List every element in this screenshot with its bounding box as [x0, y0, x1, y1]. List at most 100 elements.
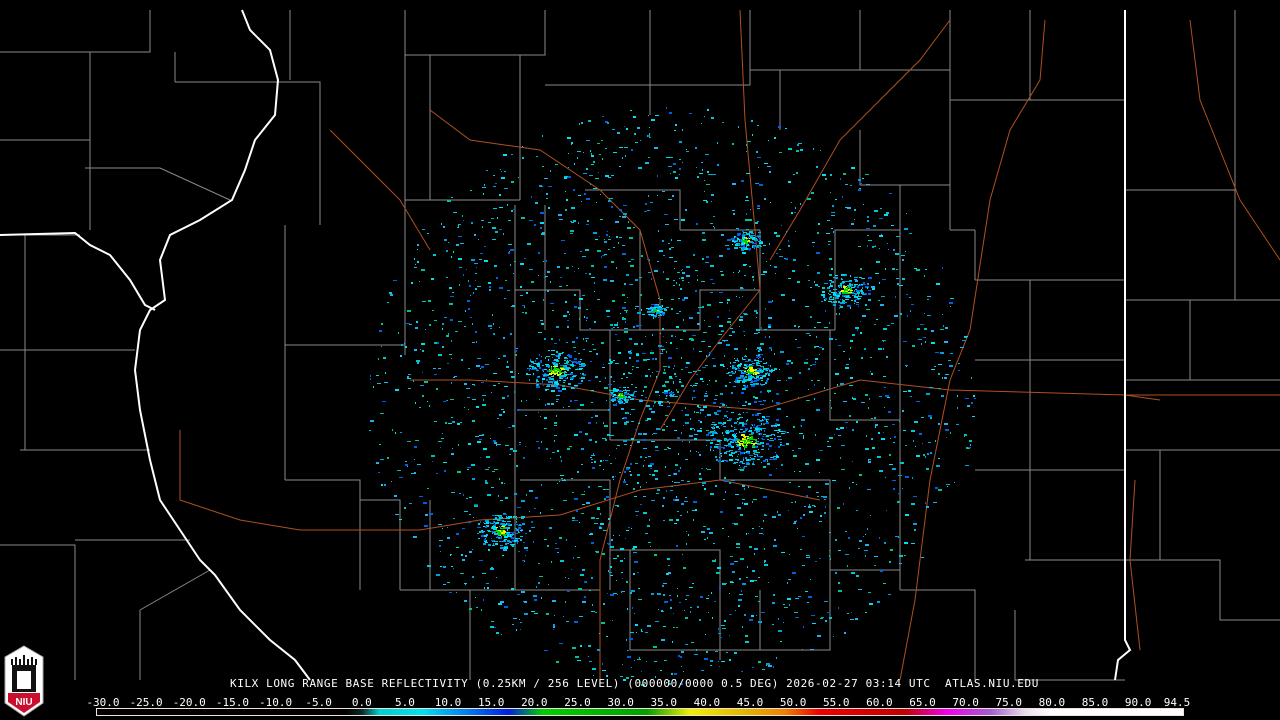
echo-pixel	[909, 297, 911, 298]
echo-pixel	[387, 457, 389, 459]
echo-pixel	[611, 400, 612, 401]
echo-pixel	[897, 283, 899, 285]
echo-pixel	[958, 363, 960, 364]
echo-pixel	[726, 652, 728, 653]
echo-pixel	[832, 299, 834, 300]
echo-pixel	[531, 611, 535, 612]
echo-pixel	[896, 269, 898, 270]
echo-pixel	[761, 528, 763, 529]
echo-pixel	[871, 286, 875, 288]
echo-pixel	[763, 363, 767, 364]
echo-pixel	[766, 443, 769, 445]
echo-pixel	[706, 440, 710, 441]
echo-pixel	[842, 299, 843, 301]
echo-pixel	[794, 325, 796, 327]
echo-pixel	[480, 521, 481, 523]
echo-pixel	[846, 364, 849, 365]
echo-pixel	[563, 500, 567, 501]
echo-pixel	[747, 141, 751, 142]
echo-pixel	[463, 494, 464, 496]
echo-pixel	[463, 220, 464, 221]
echo-pixel	[774, 539, 776, 541]
echo-pixel	[758, 449, 759, 450]
echo-pixel	[483, 193, 484, 195]
echo-pixel	[724, 445, 728, 446]
echo-pixel	[842, 301, 844, 303]
echo-pixel	[490, 438, 491, 439]
echo-pixel	[791, 212, 793, 214]
echo-pixel	[726, 411, 728, 412]
echo-pixel	[645, 375, 648, 377]
echo-pixel	[607, 122, 609, 124]
echo-pixel	[691, 642, 694, 643]
echo-pixel	[439, 540, 443, 541]
echo-pixel	[821, 301, 823, 302]
echo-pixel	[520, 530, 523, 531]
echo-pixel	[634, 343, 638, 345]
echo-pixel	[745, 635, 748, 637]
echo-pixel	[768, 448, 769, 450]
echo-pixel	[608, 239, 611, 240]
echo-pixel	[758, 354, 760, 356]
echo-pixel	[634, 561, 638, 563]
echo-pixel	[824, 601, 828, 602]
echo-pixel	[633, 488, 635, 490]
echo-pixel	[637, 482, 639, 484]
echo-pixel	[739, 240, 740, 242]
echo-pixel	[503, 355, 506, 357]
echo-pixel	[451, 358, 452, 359]
echo-pixel	[690, 611, 691, 613]
echo-pixel	[780, 351, 784, 353]
echo-pixel	[664, 392, 668, 394]
echo-pixel	[748, 486, 749, 488]
echo-pixel	[624, 399, 626, 401]
echo-pixel	[761, 462, 762, 463]
echo-pixel	[824, 512, 826, 514]
echo-pixel	[510, 264, 511, 266]
echo-pixel	[607, 231, 608, 232]
echo-pixel	[930, 417, 932, 419]
echo-pixel	[699, 619, 701, 621]
echo-pixel	[811, 192, 814, 194]
echo-pixel	[868, 293, 871, 295]
echo-pixel	[847, 287, 848, 289]
echo-pixel	[724, 620, 726, 622]
echo-pixel	[858, 589, 862, 590]
echo-pixel	[584, 581, 587, 583]
echo-pixel	[665, 415, 668, 416]
echo-pixel	[890, 438, 891, 439]
echo-pixel	[560, 368, 564, 369]
echo-pixel	[759, 356, 761, 358]
echo-pixel	[809, 335, 811, 336]
echo-pixel	[725, 245, 729, 246]
echo-pixel	[821, 294, 822, 296]
echo-pixel	[829, 532, 831, 533]
echo-pixel	[883, 583, 886, 584]
echo-pixel	[578, 588, 582, 590]
echo-pixel	[856, 575, 859, 577]
echo-pixel	[641, 309, 642, 311]
echo-pixel	[515, 539, 518, 540]
echo-pixel	[843, 173, 846, 175]
echo-pixel	[756, 313, 758, 314]
echo-pixel	[644, 460, 645, 461]
echo-pixel	[606, 636, 608, 637]
echo-pixel	[733, 367, 736, 369]
echo-pixel	[765, 308, 766, 310]
echo-pixel	[865, 394, 868, 396]
echo-pixel	[447, 363, 449, 364]
echo-pixel	[493, 373, 497, 374]
echo-pixel	[551, 338, 553, 340]
echo-pixel	[673, 280, 675, 281]
echo-pixel	[693, 385, 697, 386]
echo-pixel	[524, 306, 525, 308]
echo-pixel	[745, 376, 747, 378]
echo-pixel	[592, 668, 596, 670]
echo-pixel	[649, 309, 651, 310]
echo-pixel	[569, 360, 571, 361]
echo-pixel	[541, 356, 542, 357]
echo-pixel	[657, 489, 659, 491]
echo-pixel	[726, 344, 730, 346]
echo-pixel	[567, 591, 570, 592]
echo-pixel	[815, 361, 816, 363]
